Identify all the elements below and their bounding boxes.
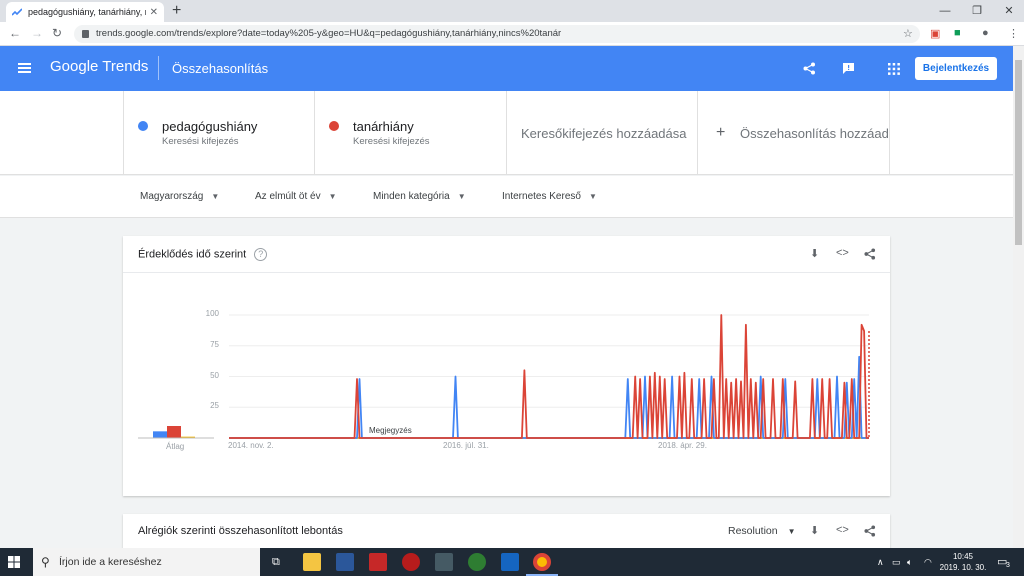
task-view-icon[interactable]: ⧉ (272, 548, 280, 576)
poker-app-icon[interactable] (402, 553, 420, 571)
search-icon: ⚲ (41, 555, 50, 569)
trends-favicon-icon (12, 8, 22, 16)
caret-down-icon: ▼ (211, 192, 220, 201)
logo-google: Google (50, 58, 99, 75)
reload-icon[interactable]: ↻ (52, 26, 62, 40)
caret-down-icon: ▼ (787, 527, 796, 536)
taskbar-search[interactable]: ⚲ Írjon ide a kereséshez (33, 548, 260, 576)
download-icon[interactable]: ⬇ (810, 524, 819, 537)
share-icon[interactable] (803, 62, 816, 75)
clock-time: 10:45 (952, 552, 974, 561)
trends-header: Google Trends Összehasonlítás Bejelentke… (0, 46, 1013, 91)
source-filter[interactable]: Internetes Kereső ▼ (502, 191, 597, 202)
url-text: trends.google.com/trends/explore?date=to… (96, 28, 562, 39)
time-filter[interactable]: Az elmúlt öt év ▼ (255, 191, 337, 202)
time-filter-label: Az elmúlt öt év (255, 191, 321, 202)
back-icon[interactable]: ← (9, 26, 21, 40)
x-tick-label: 2014. nov. 2. (228, 441, 274, 450)
caret-down-icon: ▼ (457, 192, 466, 201)
add-compare-button[interactable]: + Összehasonlítás hozzáadása (697, 91, 890, 175)
url-input[interactable]: trends.google.com/trends/explore?date=to… (74, 25, 920, 43)
apps-grid-icon[interactable] (888, 63, 900, 75)
tray-chevron-icon[interactable]: ∧ (877, 548, 884, 576)
x-tick-label: 2016. júl. 31. (443, 441, 489, 450)
menu-icon[interactable] (18, 63, 31, 73)
region-filter-label: Magyarország (140, 191, 204, 202)
network-icon[interactable]: ◠ (924, 548, 932, 576)
subregion-card-title: Alrégiók szerinti összehasonlított lebon… (138, 525, 343, 537)
clock-date: 2019. 10. 30. (939, 563, 987, 572)
logo-trends: Trends (102, 58, 149, 75)
scrollbar-thumb[interactable] (1015, 60, 1022, 245)
term-card-2[interactable]: tanárhiány Keresési kifejezés (314, 91, 506, 175)
source-filter-label: Internetes Kereső (502, 191, 581, 202)
profile-avatar-icon[interactable]: ● (982, 27, 989, 39)
gift-app-icon[interactable] (369, 553, 387, 571)
term-name: tanárhiány (353, 119, 414, 134)
plus-icon: + (716, 124, 726, 141)
notification-count: 3 (1006, 562, 1010, 569)
term-card-1[interactable]: pedagógushiány Keresési kifejezés (123, 91, 314, 175)
vpn-app-icon[interactable] (501, 553, 519, 571)
region-filter[interactable]: Magyarország ▼ (140, 191, 219, 202)
extension-badge-icon[interactable]: ■ (954, 27, 961, 39)
extension-icon[interactable]: ▣ (930, 27, 940, 40)
add-term-input[interactable]: Keresőkifejezés hozzáadása (506, 91, 697, 175)
taskbar-search-placeholder: Írjon ide a kereséshez (59, 556, 162, 568)
resolution-dropdown[interactable]: Resolution ▼ (728, 525, 796, 537)
tab-close-icon[interactable]: ✕ (150, 7, 158, 18)
add-term-placeholder: Keresőkifejezés hozzáadása (521, 126, 687, 141)
browser-tab[interactable]: pedagógushiány, tanárhiány, nincs ✕ (6, 2, 164, 22)
caret-down-icon: ▼ (328, 192, 337, 201)
bookmark-star-icon[interactable]: ☆ (903, 27, 913, 40)
maximize-button[interactable]: ❐ (962, 0, 992, 22)
game-app-icon[interactable] (435, 553, 453, 571)
tab-title: pedagógushiány, tanárhiány, nincs (28, 7, 146, 17)
header-divider (158, 56, 159, 80)
interest-line-chart[interactable] (123, 236, 890, 496)
feedback-icon[interactable] (842, 62, 855, 75)
tray-app-icon[interactable]: ▭ (892, 548, 901, 576)
page-scrollbar[interactable] (1013, 46, 1024, 548)
google-trends-logo[interactable]: Google Trends (50, 58, 148, 75)
lock-icon (82, 30, 89, 38)
category-filter-label: Minden kategória (373, 191, 450, 202)
close-window-button[interactable]: ✕ (994, 0, 1024, 22)
minimize-button[interactable]: — (930, 0, 960, 22)
new-tab-button[interactable]: + (172, 2, 181, 20)
caret-down-icon: ▼ (588, 192, 597, 201)
signin-button[interactable]: Bejelentkezés (915, 57, 997, 80)
term-type: Keresési kifejezés (353, 136, 430, 147)
term-color-dot (138, 121, 148, 131)
x-tick-label: 2018. ápr. 29. (658, 441, 707, 450)
browser-menu-icon[interactable]: ⋮ (1008, 27, 1019, 40)
chrome-icon[interactable] (533, 553, 551, 571)
page-title: Összehasonlítás (172, 61, 269, 76)
note-marker[interactable]: Megjegyzés (367, 426, 414, 435)
windows-taskbar: ⚲ Írjon ide a kereséshez ⧉ ∧ ▭ 🔈︎ ◠ 10:4… (0, 548, 1024, 576)
search-terms-row: pedagógushiány Keresési kifejezés tanárh… (0, 91, 1013, 175)
address-bar-row: ← → ↻ trends.google.com/trends/explore?d… (0, 22, 1024, 46)
share-icon[interactable] (864, 525, 876, 537)
clock[interactable]: 10:45 2019. 10. 30. (938, 551, 988, 573)
filters-row: Magyarország ▼ Az elmúlt öt év ▼ Minden ka… (0, 176, 1013, 218)
store-icon[interactable] (336, 553, 354, 571)
resolution-label: Resolution (728, 525, 778, 537)
term-name: pedagógushiány (162, 119, 258, 134)
category-filter[interactable]: Minden kategória ▼ (373, 191, 466, 202)
windows-start-icon[interactable] (8, 556, 20, 568)
embed-icon[interactable]: <> (836, 524, 849, 536)
browser-tabbar: pedagógushiány, tanárhiány, nincs ✕ + — … (0, 0, 1024, 22)
volume-icon[interactable]: 🔈︎ (907, 548, 912, 576)
torrent-app-icon[interactable] (468, 553, 486, 571)
forward-icon[interactable]: → (31, 26, 43, 40)
add-compare-label: Összehasonlítás hozzáadása (740, 126, 889, 141)
term-color-dot (329, 121, 339, 131)
interest-over-time-card: Érdeklődés idő szerint? ⬇ <> Átlag 100 75… (123, 236, 890, 496)
file-explorer-icon[interactable] (303, 553, 321, 571)
term-type: Keresési kifejezés (162, 136, 239, 147)
